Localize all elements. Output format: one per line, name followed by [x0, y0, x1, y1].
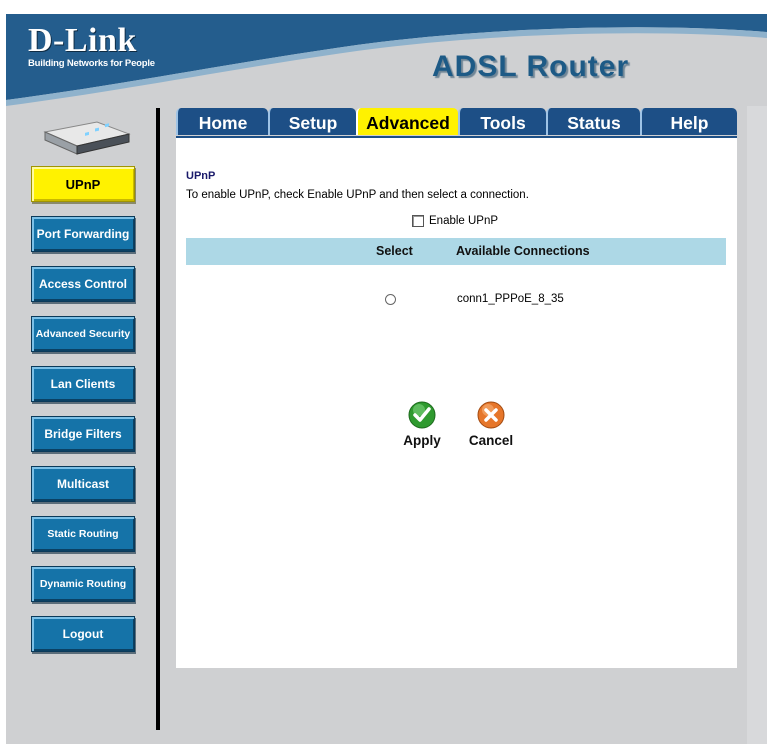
- section-title: UPnP: [186, 170, 216, 182]
- enable-upnp-label: Enable UPnP: [429, 215, 499, 227]
- sidebar-item-static-routing[interactable]: Static Routing: [31, 516, 135, 552]
- enable-upnp-row: Enable UPnP: [412, 215, 498, 227]
- logo-tagline: Building Networks for People: [28, 58, 155, 69]
- cancel-button[interactable]: Cancel: [461, 400, 521, 448]
- top-tabs: Home Setup Advanced Tools Status Help: [176, 108, 737, 136]
- router-device-icon: [41, 118, 131, 163]
- instructions-text: To enable UPnP, check Enable UPnP and th…: [186, 189, 529, 201]
- checkmark-icon: [408, 401, 436, 429]
- connection-name: conn1_PPPoE_8_35: [457, 293, 564, 305]
- apply-label: Apply: [403, 433, 441, 448]
- sidebar-item-logout[interactable]: Logout: [31, 616, 135, 652]
- sidebar-divider: [156, 108, 160, 730]
- header-banner: D-Link Building Networks for People ADSL…: [6, 14, 767, 107]
- apply-button[interactable]: Apply: [392, 400, 452, 448]
- tab-home[interactable]: Home: [176, 108, 268, 135]
- sidebar-item-bridge-filters[interactable]: Bridge Filters: [31, 416, 135, 452]
- cancel-label: Cancel: [468, 433, 514, 448]
- product-title: ADSL Router: [432, 50, 630, 83]
- table-row: conn1_PPPoE_8_35: [186, 288, 726, 308]
- content-panel: UPnP To enable UPnP, check Enable UPnP a…: [176, 136, 737, 668]
- tab-help[interactable]: Help: [640, 108, 737, 135]
- sidebar-item-advanced-security[interactable]: Advanced Security: [31, 316, 135, 352]
- connections-table-header: Select Available Connections: [186, 238, 726, 265]
- right-edge-strip: [747, 106, 767, 744]
- sidebar-item-upnp[interactable]: UPnP: [31, 166, 135, 202]
- sidebar-item-dynamic-routing[interactable]: Dynamic Routing: [31, 566, 135, 602]
- cancel-x-icon: [477, 401, 505, 429]
- enable-upnp-checkbox[interactable]: [412, 215, 424, 227]
- connection-radio[interactable]: [385, 294, 396, 305]
- column-header-available-connections: Available Connections: [456, 244, 590, 258]
- tab-advanced[interactable]: Advanced: [356, 108, 458, 135]
- dlink-logo: D-Link Building Networks for People: [28, 22, 155, 70]
- tab-tools[interactable]: Tools: [458, 108, 546, 135]
- tab-setup[interactable]: Setup: [268, 108, 356, 135]
- sidebar-item-multicast[interactable]: Multicast: [31, 466, 135, 502]
- sidebar-item-access-control[interactable]: Access Control: [31, 266, 135, 302]
- sidebar-item-port-forwarding[interactable]: Port Forwarding: [31, 216, 135, 252]
- page-frame: D-Link Building Networks for People ADSL…: [6, 14, 767, 744]
- tab-status[interactable]: Status: [546, 108, 640, 135]
- sidebar-item-lan-clients[interactable]: Lan Clients: [31, 366, 135, 402]
- column-header-select: Select: [376, 244, 413, 258]
- logo-wordmark: D-Link: [28, 22, 137, 59]
